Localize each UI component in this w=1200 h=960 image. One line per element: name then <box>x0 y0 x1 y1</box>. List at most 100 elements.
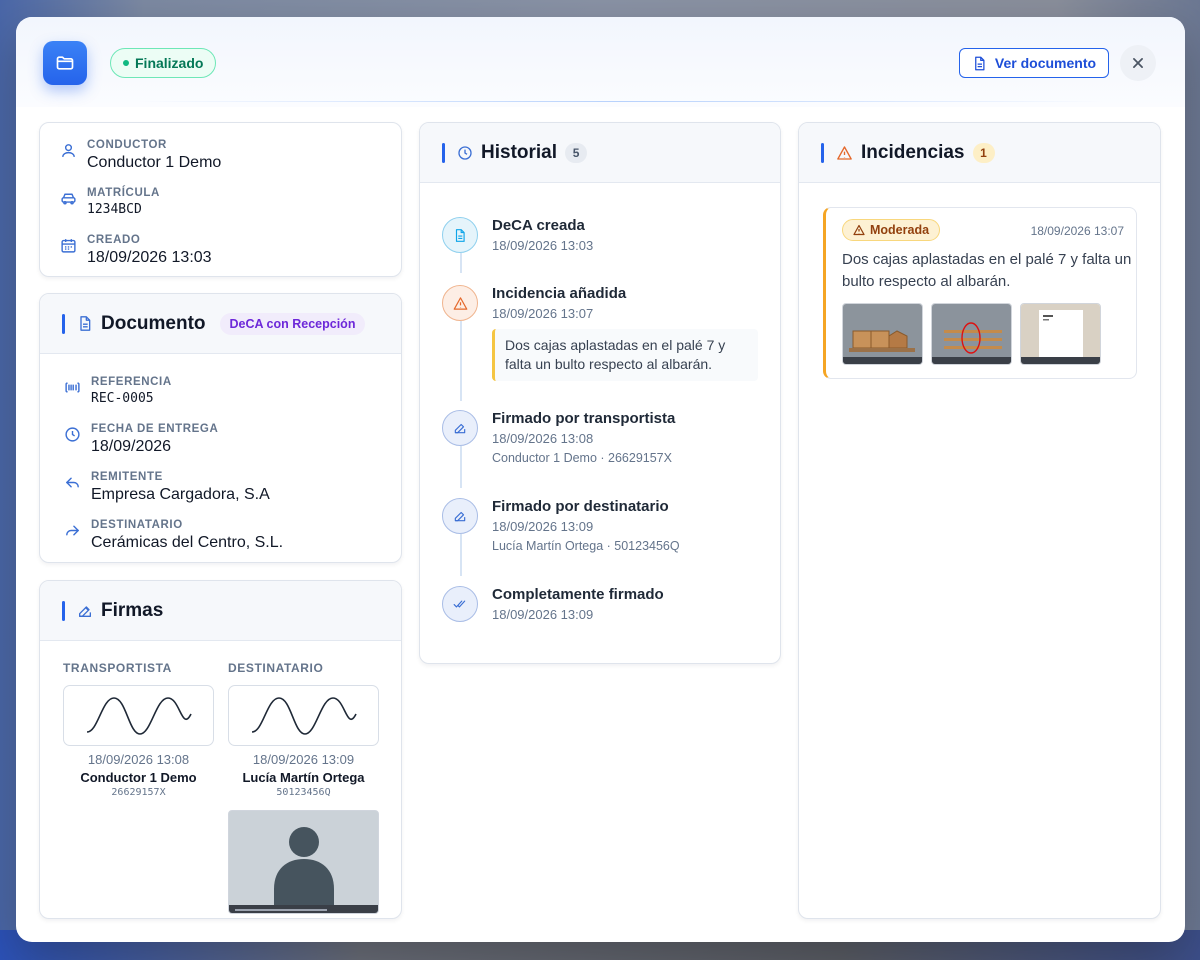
plate-label: MATRÍCULA <box>87 187 160 199</box>
recipient-heading: DESTINATARIO <box>228 661 324 675</box>
boxes-photo-icon <box>843 304 922 364</box>
thumbnail-caption-bar <box>843 357 922 364</box>
reference-label: REFERENCIA <box>91 376 172 388</box>
timeline-icon-circle <box>442 410 478 446</box>
forward-arrow-icon <box>63 521 81 539</box>
reply-arrow-icon <box>63 473 81 491</box>
signatures-card-header: Firmas <box>40 581 401 641</box>
person-silhouette-icon <box>229 811 378 913</box>
status-label: Finalizado <box>135 55 204 71</box>
user-icon <box>59 141 77 159</box>
severity-badge: Moderada <box>842 219 941 241</box>
accent-bar <box>821 142 824 163</box>
recipient-photo[interactable] <box>228 810 379 914</box>
document-icon <box>975 56 985 70</box>
history-card: Historial 5 DeCA creada 18/09/2026 13:03… <box>419 122 781 664</box>
close-button[interactable] <box>1120 45 1156 81</box>
incident-item[interactable]: Moderada 18/09/2026 13:07 Dos cajas apla… <box>823 207 1137 379</box>
warning-icon <box>853 224 865 236</box>
timeline-title: Firmado por destinatario <box>492 498 669 515</box>
folder-button[interactable] <box>43 41 87 85</box>
recipient-field: DESTINATARIO Cerámicas del Centro, S.L. <box>63 519 283 552</box>
carrier-signature-id: 26629157X <box>111 787 166 798</box>
timeline-date: 18/09/2026 13:07 <box>492 306 594 321</box>
sender-value: Empresa Cargadora, S.A <box>91 486 270 503</box>
document-card: Documento DeCA con Recepción REFERENCIA … <box>39 293 402 563</box>
timeline-note: Dos cajas aplastadas en el palé 7 y falt… <box>492 329 758 381</box>
accent-bar <box>442 142 445 163</box>
plate-value: 1234BCD <box>87 202 142 217</box>
recipient-signature-name: Lucía Martín Ortega <box>242 770 365 785</box>
document-type-badge: DeCA con Recepción <box>219 312 366 335</box>
close-icon <box>1133 58 1143 68</box>
sender-label: REMITENTE <box>91 471 163 483</box>
folder-icon <box>56 56 74 70</box>
timeline-title: Incidencia añadida <box>492 285 627 302</box>
reference-field: REFERENCIA REC-0005 <box>63 376 172 406</box>
plate-field: MATRÍCULA 1234BCD <box>59 187 160 217</box>
created-field: CREADO 18/09/2026 13:03 <box>59 234 212 267</box>
incident-photo-thumbnail[interactable] <box>1020 303 1101 365</box>
carrier-signature-name: Conductor 1 Demo <box>80 770 197 785</box>
document-icon <box>80 316 91 331</box>
status-badge: Finalizado <box>110 48 217 78</box>
delivery-label: FECHA DE ENTREGA <box>91 423 219 435</box>
severity-label: Moderada <box>870 223 930 237</box>
info-card: CONDUCTOR Conductor 1 Demo MATRÍCULA 123… <box>39 122 402 277</box>
incident-description: Dos cajas aplastadas en el palé 7 y falt… <box>842 251 1132 290</box>
timeline-extra: Lucía Martín Ortega · 50123456Q <box>492 539 680 553</box>
driver-value: Conductor 1 Demo <box>87 154 222 171</box>
clock-icon <box>458 145 472 160</box>
timeline-date: 18/09/2026 13:08 <box>492 431 594 446</box>
driver-field: CONDUCTOR Conductor 1 Demo <box>59 139 221 172</box>
created-label: CREADO <box>87 234 141 246</box>
timeline-date: 18/09/2026 13:09 <box>492 607 594 622</box>
document-card-header: Documento DeCA con Recepción <box>40 294 401 354</box>
sender-field: REMITENTE Empresa Cargadora, S.A <box>63 471 270 504</box>
signatures-title: Firmas <box>101 599 164 621</box>
signatures-card: Firmas TRANSPORTISTA 18/09/2026 13:08 Co… <box>39 580 402 919</box>
timeline-icon-circle <box>442 217 478 253</box>
incidents-card: Incidencias 1 Moderada 18/09/2026 13:07 … <box>798 122 1161 919</box>
created-value: 18/09/2026 13:03 <box>87 249 212 266</box>
edit-icon <box>79 605 91 617</box>
paper-document-photo-icon <box>1021 304 1100 364</box>
status-dot-icon <box>123 60 129 66</box>
recipient-signature-date: 18/09/2026 13:09 <box>252 752 355 767</box>
recipient-signature-id: 50123456Q <box>276 787 331 798</box>
signature-scribble-icon <box>86 696 192 735</box>
accent-bar <box>62 313 65 334</box>
timeline-extra: Conductor 1 Demo · 26629157X <box>492 451 672 465</box>
carrier-heading: TRANSPORTISTA <box>63 661 172 675</box>
carrier-signature-image[interactable] <box>63 685 214 746</box>
incident-photo-thumbnail[interactable] <box>842 303 923 365</box>
reference-value: REC-0005 <box>91 391 154 406</box>
history-count-badge: 5 <box>565 142 588 163</box>
delivery-value: 18/09/2026 <box>91 438 172 455</box>
accent-bar <box>62 600 65 621</box>
timeline-date: 18/09/2026 13:09 <box>492 519 594 534</box>
incident-photo-thumbnail[interactable] <box>931 303 1012 365</box>
recipient-signature-image[interactable] <box>228 685 379 746</box>
incident-date: 18/09/2026 13:07 <box>1030 224 1124 238</box>
incidents-count-badge: 1 <box>972 142 995 163</box>
recipient-signature: DESTINATARIO 18/09/2026 13:09 Lucía Mart… <box>228 661 379 798</box>
history-card-header: Historial 5 <box>420 123 780 183</box>
view-document-label: Ver documento <box>994 55 1097 71</box>
calendar-icon <box>59 236 77 254</box>
incidents-title: Incidencias <box>861 141 965 163</box>
modal-header: Finalizado Ver documento <box>16 17 1185 107</box>
document-icon <box>455 228 465 242</box>
incidents-card-header: Incidencias 1 <box>799 123 1160 183</box>
document-title: Documento <box>101 312 206 334</box>
recipient-label: DESTINATARIO <box>91 519 183 531</box>
edit-icon <box>454 423 466 434</box>
view-document-button[interactable]: Ver documento <box>959 48 1109 78</box>
car-icon <box>59 189 77 207</box>
timeline-connector <box>460 253 462 273</box>
timeline-connector <box>460 321 462 401</box>
timeline-icon-circle <box>442 498 478 534</box>
recipient-value: Cerámicas del Centro, S.L. <box>91 534 284 551</box>
timeline-connector <box>460 446 462 488</box>
edit-icon <box>454 511 466 522</box>
